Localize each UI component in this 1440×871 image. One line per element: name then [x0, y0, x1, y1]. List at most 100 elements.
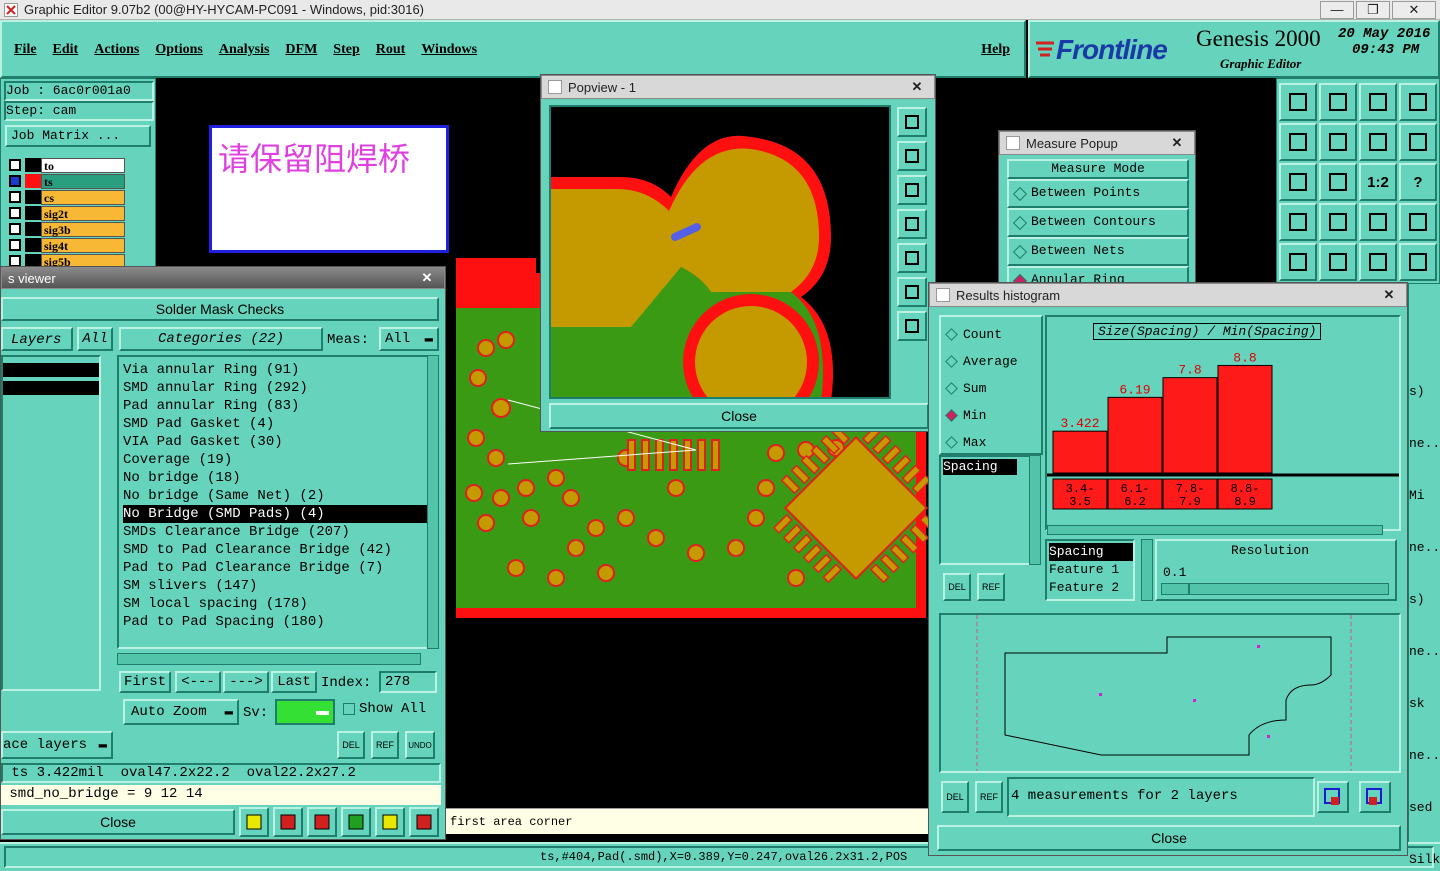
series-list-item[interactable]: Spacing	[943, 459, 1017, 475]
categories-tab[interactable]: Categories (22)	[119, 327, 323, 351]
close-window-button[interactable]: ✕	[1392, 0, 1436, 19]
pan-left-icon[interactable]	[897, 209, 927, 239]
detail-item[interactable]: Feature 1	[1049, 561, 1133, 579]
category-item[interactable]: VIA Pad Gasket (30)	[123, 433, 427, 451]
measure-option[interactable]: Between Nets	[1007, 237, 1189, 266]
step-icon[interactable]	[341, 807, 371, 837]
layers-list[interactable]	[1, 355, 101, 691]
prev-button[interactable]: <---	[175, 671, 221, 693]
menu-options[interactable]: Options	[155, 42, 202, 58]
zoom-in-icon[interactable]	[1317, 781, 1349, 813]
histogram-bar[interactable]	[1162, 377, 1218, 474]
chart-hscroll[interactable]	[1047, 525, 1383, 535]
close-icon[interactable]: ✕	[1160, 135, 1194, 151]
popview-canvas[interactable]	[549, 105, 891, 399]
radio-diamond-icon[interactable]	[945, 382, 958, 395]
histogram-chart[interactable]: 3.422 3.4-3.5 6.19 6.1-6.2 7.8 7.8-7.9 8.8 8.8-…	[1047, 341, 1399, 527]
auto-zoom-select[interactable]: Auto Zoom ▬	[123, 699, 239, 725]
category-item[interactable]: SMD annular Ring (292)	[123, 379, 427, 397]
scale-icon[interactable]: 1:2	[1359, 163, 1397, 201]
layer-checkbox[interactable]	[9, 191, 21, 203]
zoom-out-icon[interactable]	[1359, 781, 1391, 813]
layers-tab[interactable]: Layers	[1, 327, 73, 351]
stat-option[interactable]: Average	[941, 348, 1041, 375]
tools-icon[interactable]	[1279, 203, 1317, 241]
sv-select[interactable]: ▬	[275, 699, 335, 725]
detail-item[interactable]: Feature 2	[1049, 579, 1133, 597]
pad-icon[interactable]	[1279, 243, 1317, 281]
layer-name[interactable]: cs	[41, 189, 125, 205]
circle-icon[interactable]	[1399, 243, 1437, 281]
series-list[interactable]: Spacing	[939, 455, 1031, 565]
report-icon[interactable]	[273, 807, 303, 837]
category-item[interactable]: SMD to Pad Clearance Bridge (42)	[123, 541, 427, 559]
meas-select[interactable]: All ▬	[379, 327, 439, 351]
layer-name[interactable]: to	[41, 157, 125, 173]
close-icon[interactable]: ✕	[900, 79, 934, 95]
overview-map[interactable]	[941, 615, 1399, 771]
pan-right-icon[interactable]	[897, 243, 927, 273]
category-item[interactable]: Pad annular Ring (83)	[123, 397, 427, 415]
ruler-icon[interactable]	[1359, 243, 1397, 281]
category-item[interactable]: SM local spacing (178)	[123, 595, 427, 613]
category-item[interactable]: Pad to Pad Clearance Bridge (7)	[123, 559, 427, 577]
left-icon[interactable]	[1279, 123, 1317, 161]
detail-scrollbar[interactable]	[1141, 539, 1153, 601]
help-icon[interactable]: ?	[1399, 163, 1437, 201]
right-icon[interactable]	[1319, 123, 1357, 161]
stat-option[interactable]: Sum	[941, 375, 1041, 402]
layers-blue-icon[interactable]	[1399, 203, 1437, 241]
viewer-close-button[interactable]: Close	[1, 809, 235, 835]
menu-windows[interactable]: Windows	[421, 42, 477, 58]
job-matrix-button[interactable]: Job Matrix ...	[5, 125, 151, 147]
show-all-checkbox[interactable]	[343, 703, 355, 715]
hist-del-button[interactable]: DEL	[943, 573, 971, 601]
resolution-slider[interactable]	[1161, 583, 1389, 595]
menu-actions[interactable]: Actions	[94, 42, 139, 58]
category-item[interactable]: No bridge (Same Net) (2)	[123, 487, 427, 505]
ref-button[interactable]: REF	[371, 731, 399, 759]
house-icon[interactable]	[1359, 83, 1397, 121]
layer-checkbox[interactable]	[9, 159, 21, 171]
category-item[interactable]: Coverage (19)	[123, 451, 427, 469]
category-item[interactable]: SM slivers (147)	[123, 577, 427, 595]
layer-checkbox[interactable]	[9, 175, 21, 187]
layer-row[interactable]: cs	[7, 189, 125, 205]
category-item[interactable]: No bridge (18)	[123, 469, 427, 487]
swap-icon[interactable]	[1359, 123, 1397, 161]
category-item[interactable]: Via annular Ring (91)	[123, 361, 427, 379]
histogram-bar[interactable]	[1052, 430, 1108, 474]
layer-checkbox[interactable]	[9, 239, 21, 251]
window-icon[interactable]	[1399, 83, 1437, 121]
histogram-bar[interactable]	[1217, 364, 1273, 474]
menu-edit[interactable]: Edit	[53, 42, 79, 58]
layers-all-button[interactable]: All	[77, 327, 113, 351]
index-field[interactable]: 278	[379, 671, 437, 693]
flag-icon[interactable]	[239, 807, 269, 837]
next-button[interactable]: --->	[223, 671, 269, 693]
layer-checkbox[interactable]	[9, 207, 21, 219]
pan-up-icon[interactable]	[897, 141, 927, 171]
histogram-icon[interactable]	[409, 807, 439, 837]
radio-diamond-icon[interactable]	[945, 436, 958, 449]
menu-rout[interactable]: Rout	[376, 42, 406, 58]
layer-row[interactable]: ts	[7, 173, 125, 189]
undo-button[interactable]: UNDO	[405, 731, 435, 759]
zoom-home-icon[interactable]	[897, 107, 927, 137]
layer-row[interactable]: sig4t	[7, 237, 125, 253]
detail-item[interactable]: Spacing	[1049, 543, 1133, 561]
stat-option[interactable]: Min	[941, 402, 1041, 429]
zoom-fit-icon[interactable]	[897, 277, 927, 307]
histogram-close-button[interactable]: Close	[937, 825, 1401, 851]
histogram-bar[interactable]	[1107, 396, 1163, 474]
radio-diamond-icon[interactable]	[1012, 186, 1028, 202]
menu-dfm[interactable]: DFM	[285, 42, 317, 58]
category-item[interactable]: SMDs Clearance Bridge (207)	[123, 523, 427, 541]
layers-red-icon[interactable]	[1359, 203, 1397, 241]
menu-analysis[interactable]: Analysis	[219, 42, 270, 58]
layer-row[interactable]: to	[7, 157, 125, 173]
home-icon[interactable]	[1279, 83, 1317, 121]
last-button[interactable]: Last	[271, 671, 317, 693]
layer-name[interactable]: sig2t	[41, 205, 125, 221]
del-button[interactable]: DEL	[337, 731, 365, 759]
